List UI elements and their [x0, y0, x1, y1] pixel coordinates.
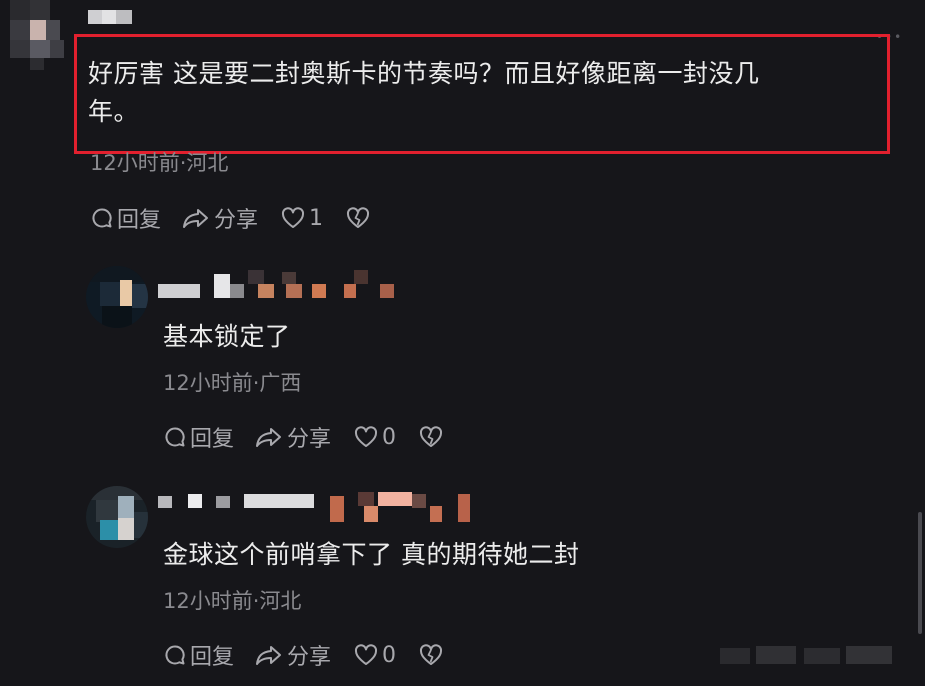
reply-button[interactable]: 回复	[90, 202, 161, 234]
share-label: 分享	[287, 645, 332, 670]
dislike-button[interactable]	[418, 643, 444, 667]
comment-icon	[163, 425, 187, 449]
username[interactable]	[158, 490, 470, 524]
like-count: 1	[309, 205, 324, 231]
broken-heart-icon	[418, 643, 444, 667]
scrollbar[interactable]	[918, 512, 922, 634]
comment-text: 金球这个前哨拿下了 真的期待她二封	[163, 540, 580, 569]
heart-icon	[353, 643, 379, 667]
comment-meta: 12小时前·广西	[163, 371, 302, 395]
username[interactable]	[158, 268, 400, 300]
share-icon	[254, 643, 284, 667]
comment-actions: 回复 分享 1	[90, 203, 371, 233]
comment-icon	[163, 643, 187, 667]
share-label: 分享	[287, 427, 332, 452]
broken-heart-icon	[418, 425, 444, 449]
dislike-button[interactable]	[345, 206, 371, 230]
like-button[interactable]: 1	[280, 206, 323, 231]
dislike-button[interactable]	[418, 425, 444, 449]
like-count: 0	[382, 642, 397, 668]
comment-meta: 12小时前·河北	[90, 151, 229, 175]
heart-icon	[280, 206, 306, 230]
avatar[interactable]	[0, 0, 72, 72]
share-button[interactable]: 分享	[254, 421, 331, 453]
watermark	[720, 640, 900, 670]
reply-button[interactable]: 回复	[163, 421, 234, 453]
share-icon	[181, 206, 211, 230]
heart-icon	[353, 425, 379, 449]
reply-label: 回复	[190, 427, 235, 452]
comment-icon	[90, 206, 114, 230]
like-button[interactable]: 0	[353, 643, 396, 668]
share-label: 分享	[214, 208, 259, 233]
username[interactable]	[88, 10, 132, 24]
broken-heart-icon	[345, 206, 371, 230]
share-icon	[254, 425, 284, 449]
comment-meta: 12小时前·河北	[163, 589, 302, 613]
share-button[interactable]: 分享	[254, 639, 331, 671]
comment-actions: 回复 分享 0	[163, 422, 444, 452]
avatar[interactable]	[86, 266, 148, 328]
comment-actions: 回复 分享 0	[163, 640, 444, 670]
avatar[interactable]	[86, 486, 148, 548]
reply-label: 回复	[117, 208, 162, 233]
reply-button[interactable]: 回复	[163, 639, 234, 671]
highlight-box	[74, 34, 890, 154]
reply-label: 回复	[190, 645, 235, 670]
like-button[interactable]: 0	[353, 425, 396, 450]
like-count: 0	[382, 424, 397, 450]
share-button[interactable]: 分享	[181, 202, 258, 234]
comment-text: 基本锁定了	[163, 322, 291, 351]
